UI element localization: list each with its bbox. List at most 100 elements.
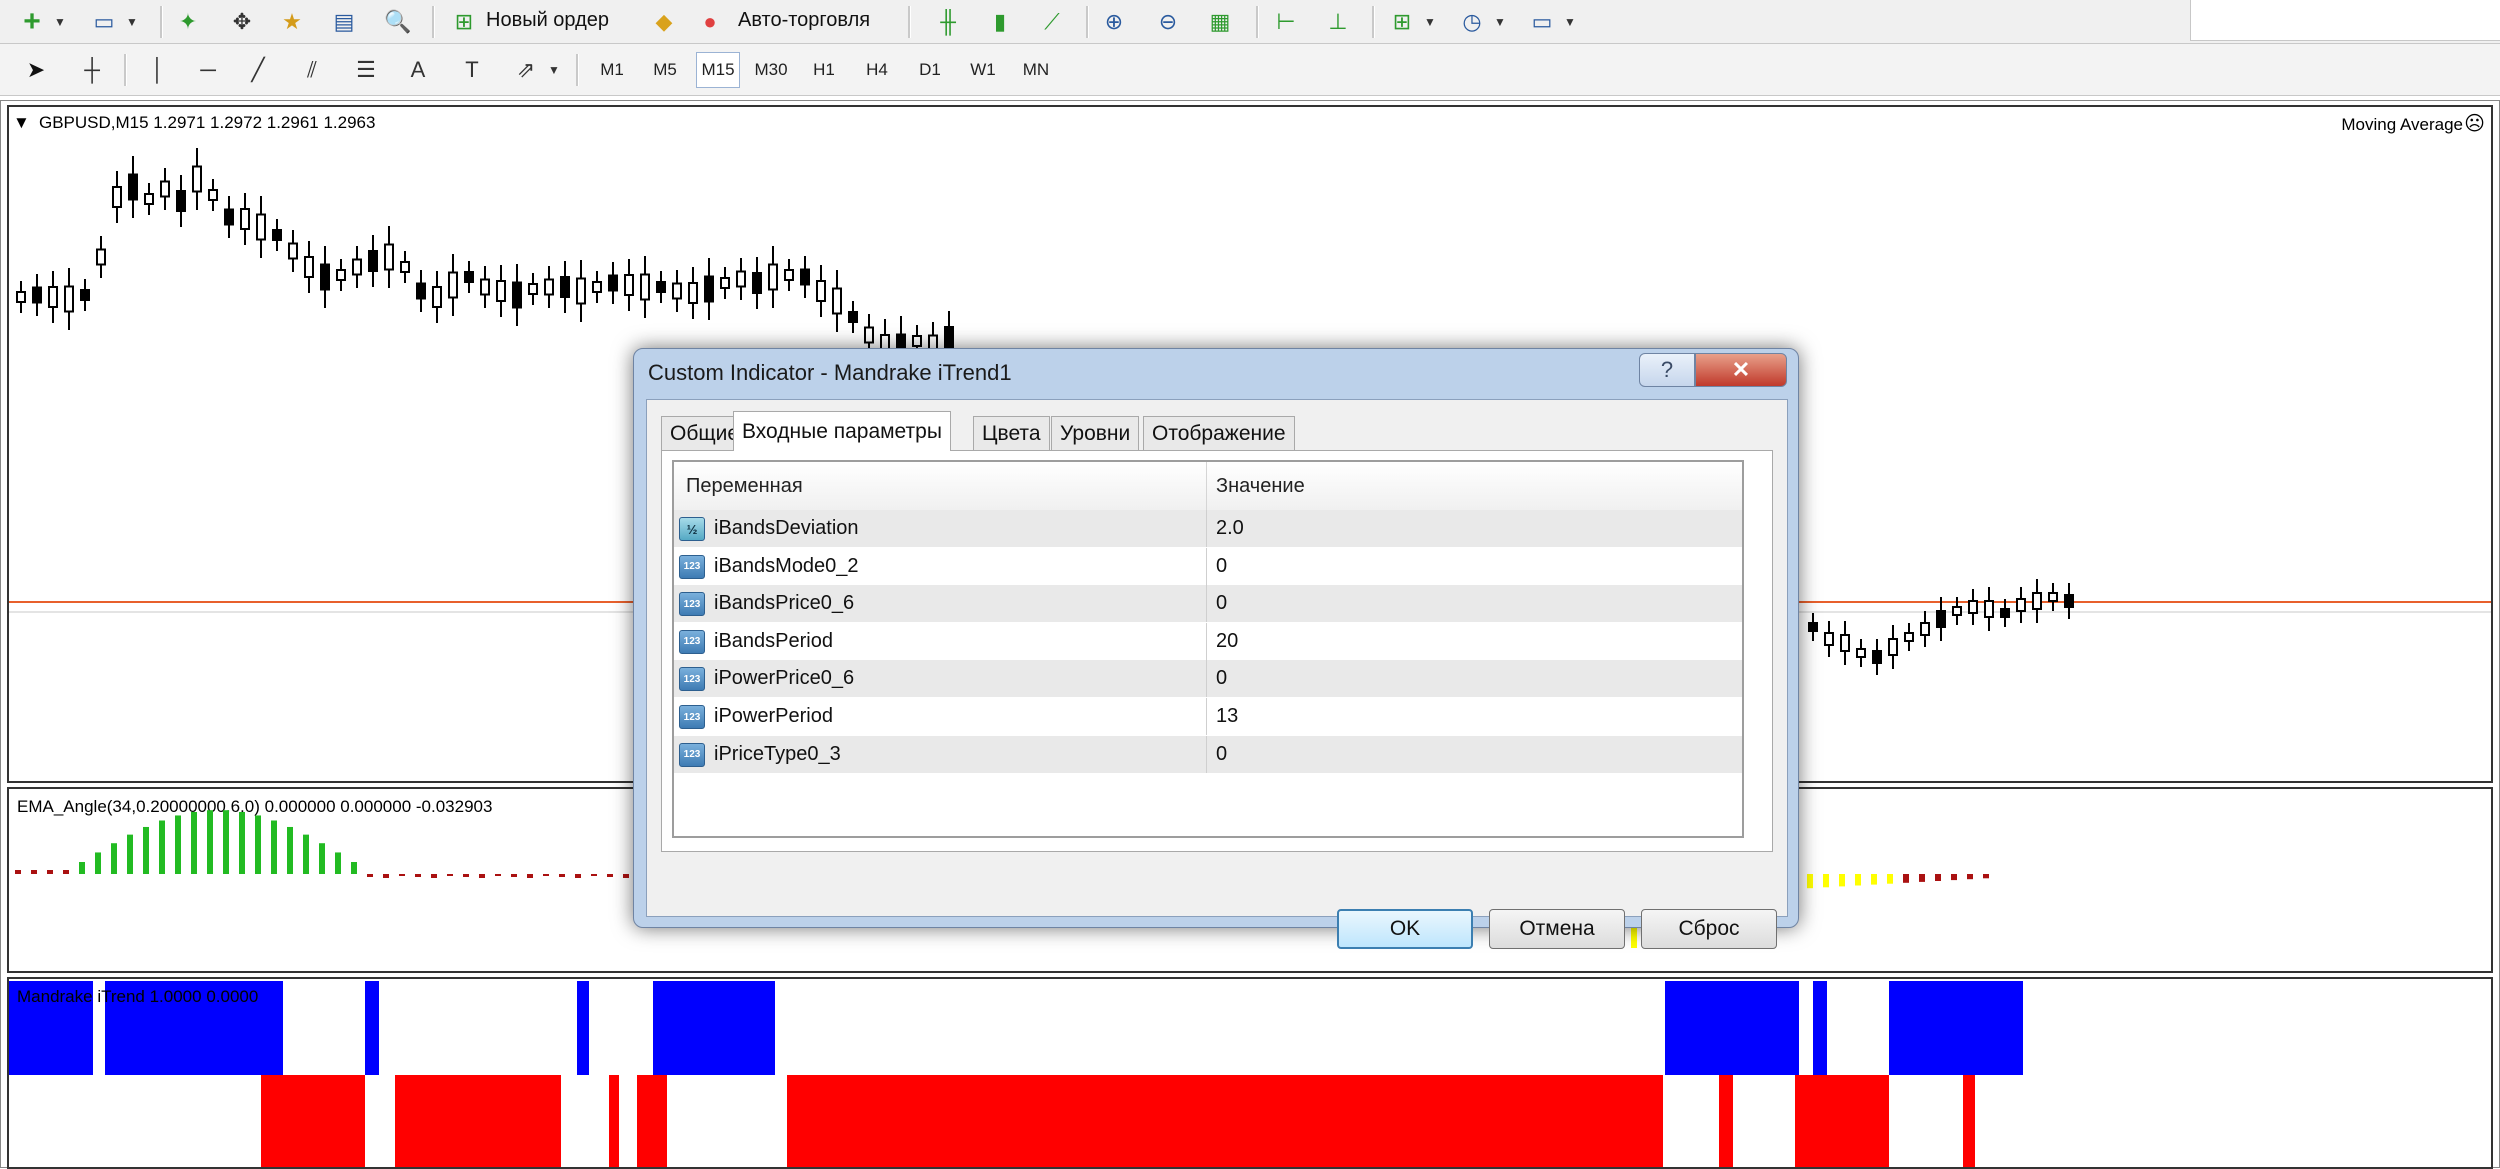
- table-row[interactable]: ½ iBandsDeviation 2.0: [674, 510, 1742, 548]
- timeframe-m5-button[interactable]: M5: [643, 52, 687, 88]
- itrend-down-block: [395, 1075, 561, 1167]
- text-label-icon[interactable]: T: [454, 52, 490, 88]
- metaeditor-icon[interactable]: ◆: [646, 4, 682, 40]
- table-row[interactable]: 123 iBandsPrice0_6 0: [674, 585, 1742, 624]
- candlesticks-icon[interactable]: ▮: [982, 4, 1018, 40]
- custom-indicator-dialog: Custom Indicator - Mandrake iTrend1 ? ✕ …: [633, 348, 1799, 949]
- param-value[interactable]: 0: [1216, 667, 1227, 690]
- param-value[interactable]: 0: [1216, 743, 1227, 766]
- periods-icon[interactable]: ◷: [1454, 4, 1490, 40]
- templates-dropdown-icon[interactable]: ▼: [1560, 4, 1580, 40]
- timeframe-h4-button[interactable]: H4: [855, 52, 899, 88]
- param-value[interactable]: 0: [1216, 555, 1227, 578]
- new-order-button[interactable]: Новый ордер: [486, 9, 609, 31]
- periods-dropdown-icon[interactable]: ▼: [1490, 4, 1510, 40]
- profiles-icon[interactable]: ▭: [86, 4, 122, 40]
- int-type-icon: 123: [679, 667, 705, 692]
- itrend-up-block: [1813, 981, 1827, 1075]
- cancel-button[interactable]: Отмена: [1489, 909, 1625, 949]
- int-type-icon: 123: [679, 742, 705, 767]
- line-chart-icon[interactable]: ⟋: [1034, 4, 1070, 40]
- chart-shift-icon[interactable]: ⊢: [1268, 4, 1304, 40]
- new-chart-dropdown-icon[interactable]: ▼: [50, 4, 70, 40]
- tile-windows-icon[interactable]: ▦: [1202, 4, 1238, 40]
- vertical-line-icon[interactable]: │: [140, 52, 176, 88]
- tab-display[interactable]: Отображение: [1143, 416, 1295, 450]
- indicators-dropdown-icon[interactable]: ▼: [1420, 4, 1440, 40]
- toolbar-separator: [160, 6, 163, 38]
- timeframe-w1-button[interactable]: W1: [961, 52, 1005, 88]
- param-name: iBandsPeriod: [714, 629, 833, 652]
- candle-body: [2064, 594, 2074, 608]
- ema-angle-bar: [495, 874, 501, 876]
- auto-trading-button[interactable]: Авто-торговля: [738, 9, 870, 31]
- timeframe-m30-button[interactable]: M30: [749, 52, 793, 88]
- help-button[interactable]: ?: [1639, 353, 1695, 387]
- indicators-icon[interactable]: ⊞: [1384, 4, 1420, 40]
- int-type-icon: 123: [679, 592, 705, 617]
- templates-icon[interactable]: ▭: [1524, 4, 1560, 40]
- candle-body: [1984, 600, 1994, 618]
- candle-body: [352, 258, 362, 276]
- fibonacci-icon[interactable]: ☰: [348, 52, 384, 88]
- close-button[interactable]: ✕: [1695, 353, 1787, 387]
- trendline-icon[interactable]: ╱: [240, 52, 276, 88]
- ema-angle-bar: [1935, 874, 1941, 881]
- tab-colors[interactable]: Цвета: [973, 416, 1050, 450]
- horizontal-line-icon[interactable]: ─: [190, 52, 226, 88]
- ok-button[interactable]: OK: [1337, 909, 1473, 949]
- table-row[interactable]: 123 iBandsMode0_2 0: [674, 547, 1742, 586]
- new-order-icon[interactable]: ⊞: [446, 4, 482, 40]
- table-row[interactable]: 123 iPowerPrice0_6 0: [674, 660, 1742, 699]
- profiles-dropdown-icon[interactable]: ▼: [122, 4, 142, 40]
- input-parameters-panel: Переменная Значение ½ iBandsDeviation 2.0 1…: [661, 450, 1773, 852]
- search-input[interactable]: [2190, 0, 2500, 41]
- table-row[interactable]: 123 iBandsPeriod 20: [674, 622, 1742, 661]
- new-chart-icon[interactable]: +: [14, 4, 50, 40]
- timeframe-m15-button[interactable]: M15: [696, 52, 740, 88]
- column-header-variable[interactable]: Переменная: [686, 475, 803, 498]
- column-header-value[interactable]: Значение: [1216, 475, 1305, 498]
- bar-chart-icon[interactable]: ╫: [930, 4, 966, 40]
- auto-trading-icon[interactable]: ●: [692, 4, 728, 40]
- param-value[interactable]: 20: [1216, 630, 1238, 653]
- cursor-icon[interactable]: ➤: [18, 52, 54, 88]
- terminal-icon[interactable]: ▤: [326, 4, 362, 40]
- text-tool[interactable]: A: [400, 52, 436, 88]
- param-value[interactable]: 2.0: [1216, 517, 1244, 540]
- param-name: iBandsPrice0_6: [714, 592, 855, 615]
- timeframe-mn-button[interactable]: MN: [1014, 52, 1058, 88]
- reset-button[interactable]: Сброс: [1641, 909, 1777, 949]
- itrend-down-block: [787, 1075, 1663, 1167]
- arrows-dropdown-icon[interactable]: ▼: [544, 52, 564, 88]
- ema-angle-bar: [623, 874, 629, 878]
- mandrake-itrend-pane[interactable]: Mandrake iTrend 1.0000 0.0000: [7, 977, 2493, 1169]
- parameters-table: Переменная Значение ½ iBandsDeviation 2.0 1…: [672, 460, 1744, 838]
- crosshair-icon[interactable]: ┼: [74, 52, 110, 88]
- data-window-icon[interactable]: ✥: [224, 4, 260, 40]
- ema-angle-bar: [191, 811, 197, 874]
- strategy-tester-icon[interactable]: 🔍: [380, 4, 416, 40]
- main-toolbar: + ▼ ▭ ▼ ✦ ✥ ★ ▤ 🔍 ⊞ Новый ордер ◆ ● Авто…: [0, 0, 2500, 44]
- autoscroll-icon[interactable]: ⊥: [1320, 4, 1356, 40]
- timeframe-d1-button[interactable]: D1: [908, 52, 952, 88]
- table-row[interactable]: 123 iPowerPeriod 13: [674, 698, 1742, 736]
- equidistant-channel-icon[interactable]: ⫽: [294, 52, 330, 88]
- table-row[interactable]: 123 iPriceType0_3 0: [674, 735, 1742, 774]
- param-value[interactable]: 13: [1216, 705, 1238, 728]
- zoom-in-icon[interactable]: ⊕: [1096, 4, 1132, 40]
- arrows-icon[interactable]: ⇗: [508, 52, 544, 88]
- navigator-icon[interactable]: ★: [274, 4, 310, 40]
- column-separator[interactable]: [1206, 462, 1207, 510]
- tab-levels[interactable]: Уровни: [1051, 416, 1140, 450]
- candle-body: [416, 282, 426, 300]
- toolbar-separator: [432, 6, 435, 38]
- timeframe-m1-button[interactable]: M1: [590, 52, 634, 88]
- mandrake-itrend-chart: [9, 981, 2023, 1167]
- itrend-up-block: [653, 981, 775, 1075]
- param-value[interactable]: 0: [1216, 592, 1227, 615]
- timeframe-h1-button[interactable]: H1: [802, 52, 846, 88]
- market-watch-icon[interactable]: ✦: [170, 4, 206, 40]
- tab-input-parameters[interactable]: Входные параметры: [733, 411, 951, 451]
- zoom-out-icon[interactable]: ⊖: [1150, 4, 1186, 40]
